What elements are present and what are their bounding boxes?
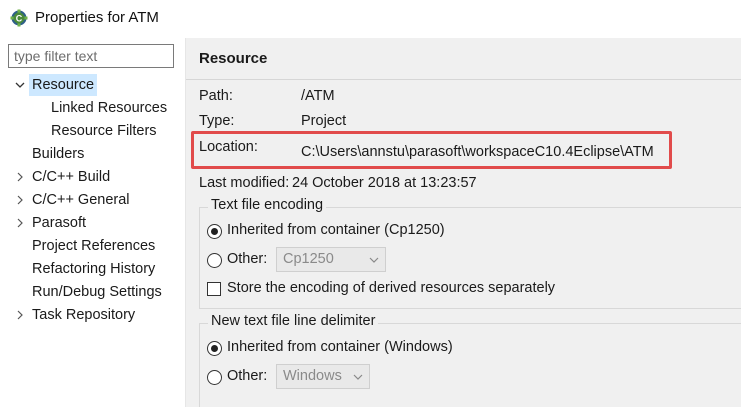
tree-item-linked-resources[interactable]: Linked Resources <box>0 97 185 119</box>
path-label: Path: <box>199 88 233 104</box>
tree-item-label: Refactoring History <box>32 261 156 277</box>
page-title: Resource <box>199 50 268 67</box>
resource-page: Resource Path: /ATM Type: Project Locati… <box>186 38 741 407</box>
tree-item-label: Resource Filters <box>51 123 157 139</box>
chevron-right-icon[interactable] <box>14 212 26 234</box>
encoding-inherited-label[interactable]: Inherited from container (Cp1250) <box>227 222 445 238</box>
text-file-encoding-group: Text file encoding Inherited from contai… <box>199 197 741 309</box>
encoding-other-label[interactable]: Other: <box>227 251 267 267</box>
tree-item-builders[interactable]: Builders <box>0 143 185 165</box>
group-title: Text file encoding <box>208 197 327 213</box>
tree-item-label: Run/Debug Settings <box>32 284 162 300</box>
tree-item-label: Parasoft <box>32 215 86 231</box>
encoding-inherited-radio[interactable] <box>207 224 222 239</box>
eclipse-gear-icon: C <box>10 9 28 27</box>
delimiter-inherited-radio[interactable] <box>207 341 222 356</box>
path-value: /ATM <box>301 88 335 104</box>
location-value: C:\Users\annstu\parasoft\workspaceC10.4E… <box>301 144 654 160</box>
chevron-down-icon[interactable] <box>14 74 26 96</box>
chevron-right-icon[interactable] <box>14 304 26 326</box>
last-modified-value: 24 October 2018 at 13:23:57 <box>292 175 477 191</box>
navigation-pane: Resource Linked Resources Resource Filte… <box>0 38 185 407</box>
tree-item-project-references[interactable]: Project References <box>0 235 185 257</box>
delimiter-other-radio[interactable] <box>207 370 222 385</box>
group-title: New text file line delimiter <box>208 313 379 329</box>
tree-item-label: Resource <box>29 74 98 96</box>
chevron-right-icon[interactable] <box>14 189 26 211</box>
line-delimiter-group: New text file line delimiter Inherited f… <box>199 313 741 407</box>
window-title: Properties for ATM <box>35 9 159 26</box>
store-encoding-checkbox[interactable] <box>207 282 221 296</box>
type-value: Project <box>301 113 347 129</box>
chevron-down-icon <box>351 365 365 388</box>
encoding-select[interactable]: Cp1250 <box>276 247 386 272</box>
delimiter-select-value: Windows <box>283 368 342 384</box>
chevron-down-icon <box>367 248 381 271</box>
svg-text:C: C <box>16 14 23 24</box>
tree-item-task-repository[interactable]: Task Repository <box>0 304 185 326</box>
title-bar: C Properties for ATM <box>0 0 741 38</box>
title-separator <box>186 79 741 80</box>
tree-item-label: Task Repository <box>32 307 136 323</box>
tree-item-cpp-general[interactable]: C/C++ General <box>0 189 185 211</box>
tree-item-refactoring-history[interactable]: Refactoring History <box>0 258 185 280</box>
tree-item-label: Linked Resources <box>51 100 168 116</box>
type-label: Type: <box>199 113 235 129</box>
delimiter-select[interactable]: Windows <box>276 364 370 389</box>
tree-item-cpp-build[interactable]: C/C++ Build <box>0 166 185 188</box>
tree-item-run-debug-settings[interactable]: Run/Debug Settings <box>0 281 185 303</box>
location-label: Location: <box>199 139 258 155</box>
store-encoding-label[interactable]: Store the encoding of derived resources … <box>227 280 555 296</box>
encoding-other-radio[interactable] <box>207 253 222 268</box>
last-modified-label: Last modified: <box>199 175 290 191</box>
chevron-right-icon[interactable] <box>14 166 26 188</box>
tree-item-parasoft[interactable]: Parasoft <box>0 212 185 234</box>
delimiter-inherited-label[interactable]: Inherited from container (Windows) <box>227 339 453 355</box>
delimiter-other-label[interactable]: Other: <box>227 368 267 384</box>
filter-input[interactable] <box>8 44 174 68</box>
tree-item-resource-filters[interactable]: Resource Filters <box>0 120 185 142</box>
tree-item-label: Project References <box>32 238 156 254</box>
tree-item-label: Builders <box>32 146 85 162</box>
tree-item-label: C/C++ General <box>32 192 130 208</box>
encoding-select-value: Cp1250 <box>283 251 334 267</box>
tree-item-resource[interactable]: Resource <box>0 74 185 96</box>
tree-item-label: C/C++ Build <box>32 169 111 185</box>
